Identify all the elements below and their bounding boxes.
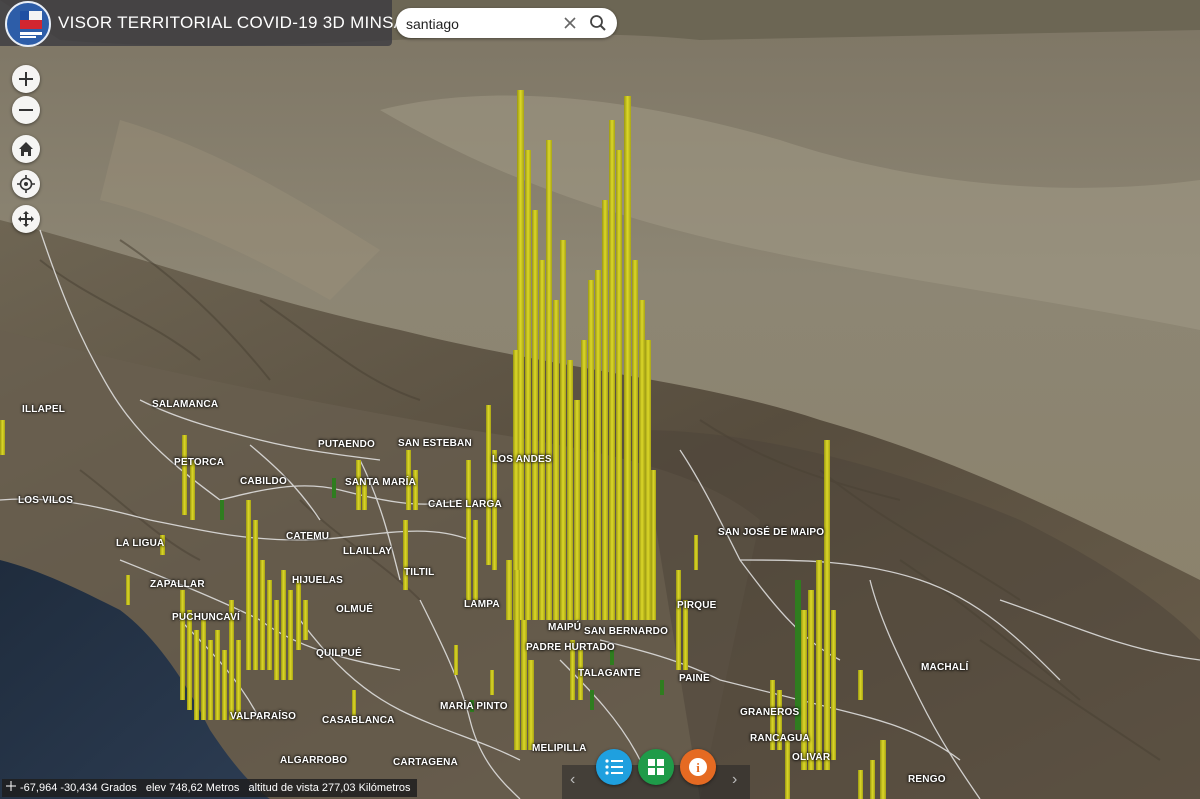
place-label: MAIPÚ	[548, 622, 582, 633]
info-glyph: i	[696, 760, 700, 775]
crosshair-icon[interactable]	[6, 779, 16, 797]
search-input[interactable]	[404, 13, 558, 35]
flag-red-icon	[20, 20, 42, 29]
place-label: PAINE	[679, 673, 710, 684]
close-icon[interactable]	[560, 13, 580, 33]
minsal-logo[interactable]	[5, 1, 51, 47]
locate-button[interactable]	[12, 170, 40, 198]
place-label: LLAILLAY	[343, 546, 393, 557]
place-label: CASABLANCA	[322, 715, 395, 726]
flag-white-icon	[29, 11, 42, 20]
place-label: SAN BERNARDO	[584, 626, 669, 637]
flag-blue-icon	[20, 11, 29, 20]
place-label: PETORCA	[174, 457, 225, 468]
place-label: QUILPUÉ	[316, 648, 362, 659]
zoom-out-button[interactable]	[12, 96, 40, 124]
bottom-toolbar: ‹ i ›	[562, 749, 750, 799]
coords-value: -67,964 -30,434 Grados	[20, 782, 137, 794]
place-label: HIJUELAS	[292, 575, 344, 586]
place-label: MACHALÍ	[921, 662, 969, 673]
place-label: TILTIL	[404, 567, 435, 578]
place-label: CATEMU	[286, 531, 330, 542]
place-label: ZAPALLAR	[150, 579, 205, 590]
altitude-value: altitud de vista 277,03 Kilómetros	[248, 782, 411, 794]
zoom-in-button[interactable]	[12, 65, 40, 93]
place-label: CABILDO	[240, 476, 287, 487]
place-label: VALPARAÍSO	[230, 711, 297, 722]
pan-button[interactable]	[12, 205, 40, 233]
search-box	[396, 8, 617, 38]
place-label: CALLE LARGA	[428, 499, 502, 510]
grid-icon	[648, 759, 664, 775]
logo-bar	[20, 32, 42, 35]
info-button[interactable]: i	[680, 749, 716, 785]
place-label: SALAMANCA	[152, 399, 219, 410]
place-label: SAN JOSÉ DE MAIPO	[718, 527, 825, 538]
place-label: OLMUÉ	[336, 604, 374, 615]
place-label: PUCHUNCAVÍ	[172, 612, 240, 623]
logo-bar-small	[20, 36, 36, 38]
place-label: RANCAGUA	[750, 733, 810, 744]
place-label: PUTAENDO	[318, 439, 375, 450]
legend-button[interactable]	[596, 749, 632, 785]
page-title: VISOR TERRITORIAL COVID-19 3D MINSAL	[58, 13, 416, 32]
place-label: LOS VILOS	[18, 495, 74, 506]
place-label: TALAGANTE	[578, 668, 641, 679]
place-label: MELIPILLA	[532, 743, 587, 754]
place-label: LAMPA	[464, 599, 500, 610]
plus-icon	[19, 72, 33, 86]
place-label: LA LIGUA	[116, 538, 165, 549]
place-label: MARÍA PINTO	[440, 701, 508, 712]
place-label: LOS ANDES	[492, 454, 552, 465]
coordinate-readout: -67,964 -30,434 Grados elev 748,62 Metro…	[2, 779, 417, 797]
layers-button[interactable]	[638, 749, 674, 785]
search-icon[interactable]	[586, 11, 610, 35]
locate-icon	[17, 175, 35, 193]
place-label: PIRQUE	[677, 600, 717, 611]
place-label: RENGO	[908, 774, 946, 785]
place-label: SAN ESTEBAN	[398, 438, 472, 449]
move-icon	[18, 211, 34, 227]
minus-icon	[19, 109, 33, 111]
place-label: PADRE HURTADO	[526, 642, 615, 653]
place-label: ILLAPEL	[22, 404, 66, 415]
info-icon: i	[689, 758, 707, 776]
elevation-value: elev 748,62 Metros	[145, 782, 240, 794]
prev-arrow-icon[interactable]: ‹	[570, 771, 575, 789]
home-button[interactable]	[12, 135, 40, 163]
next-arrow-icon[interactable]: ›	[732, 771, 737, 789]
place-label: OLIVAR	[792, 752, 831, 763]
list-icon	[605, 759, 623, 775]
place-label: GRANEROS	[740, 707, 800, 718]
place-label: ALGARROBO	[280, 755, 348, 766]
place-label: CARTAGENA	[393, 757, 458, 768]
place-label: SANTA MARÍA	[345, 477, 417, 488]
home-icon	[19, 142, 33, 156]
